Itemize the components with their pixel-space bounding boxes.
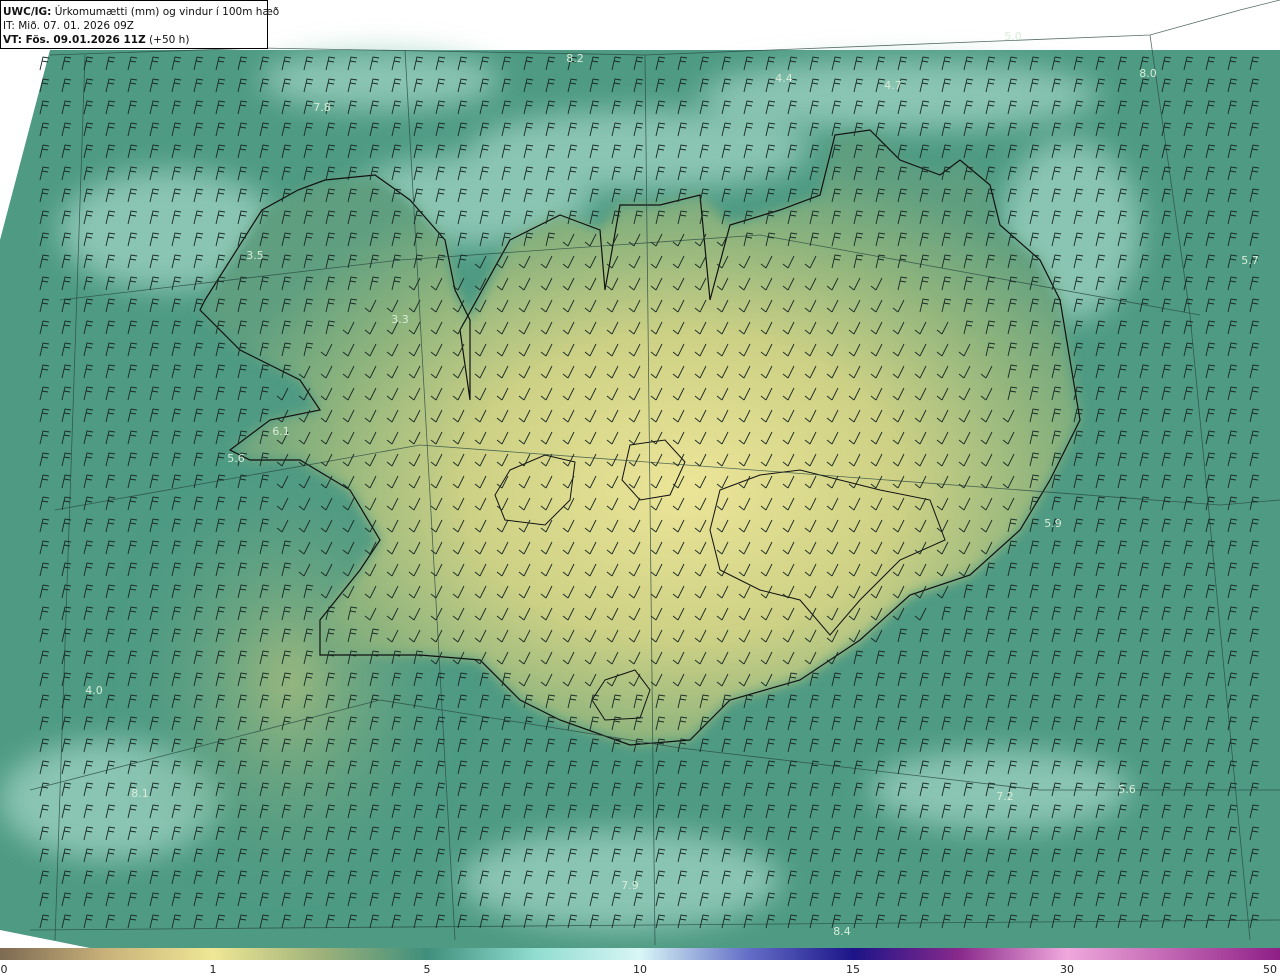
title-line: UWC/IG: Úrkomumætti (mm) og vindur í 100… — [3, 5, 279, 19]
colorbar-tick: 50 — [1263, 963, 1277, 976]
value-label: 5.0 — [1004, 30, 1022, 43]
value-label: 3.3 — [391, 313, 409, 326]
colorbar-strip — [0, 948, 1280, 960]
value-label: 7.2 — [996, 790, 1014, 803]
model-code: UWC/IG: — [3, 6, 52, 18]
init-time: IT: Mið. 07. 01. 2026 09Z — [3, 20, 134, 32]
colorbar-seg-1-5 — [213, 948, 427, 960]
value-label: 7.9 — [621, 879, 639, 892]
value-label: 4.0 — [85, 684, 103, 697]
value-label: 5.7 — [1241, 254, 1259, 267]
value-label: 5.6 — [227, 452, 245, 465]
colorbar-tick: 15 — [846, 963, 860, 976]
valid-time: VT: Fös. 09.01.2026 11Z — [3, 34, 146, 46]
colorbar-tick: 1 — [209, 963, 217, 976]
value-label: 5.6 — [1118, 783, 1136, 796]
colorbar-tick: 30 — [1060, 963, 1074, 976]
value-label: 8.4 — [833, 925, 851, 938]
value-label: 8.1 — [131, 787, 149, 800]
value-label: 8.0 — [1139, 67, 1157, 80]
value-label: 5.9 — [1044, 517, 1062, 530]
colorbar-tick: 0 — [0, 963, 8, 976]
colorbar-seg-10-15 — [640, 948, 853, 960]
precipitation-wind-map: 5.0 8.2 4.4 4.7 8.0 7.8 3.5 3.3 5.7 6.1 5.6 5.9 4.0 8… — [0, 0, 1280, 948]
colorbar-seg-0-1 — [0, 948, 213, 960]
value-label: 3.5 — [246, 249, 264, 262]
map-title: Úrkomumætti (mm) og vindur í 100m hæð — [51, 6, 280, 18]
colorbar-tick: 5 — [423, 963, 431, 976]
colorbar-tick: 10 — [633, 963, 647, 976]
value-label: 4.7 — [884, 79, 902, 92]
value-label: 7.8 — [313, 101, 331, 114]
map-info-box: UWC/IG: Úrkomumætti (mm) og vindur í 100… — [0, 0, 279, 49]
colorbar-seg-5-10 — [427, 948, 640, 960]
value-label: 4.4 — [775, 72, 793, 85]
value-label: 6.1 — [272, 425, 290, 438]
colorbar-seg-30-50 — [1067, 948, 1280, 960]
colorbar: 0 1 5 10 15 30 50 — [0, 948, 1280, 978]
valid-time-line: VT: Fös. 09.01.2026 11Z (+50 h) — [3, 33, 267, 47]
colorbar-seg-15-30 — [853, 948, 1067, 960]
forecast-offset: (+50 h) — [145, 34, 190, 46]
value-label: 8.2 — [566, 52, 584, 65]
